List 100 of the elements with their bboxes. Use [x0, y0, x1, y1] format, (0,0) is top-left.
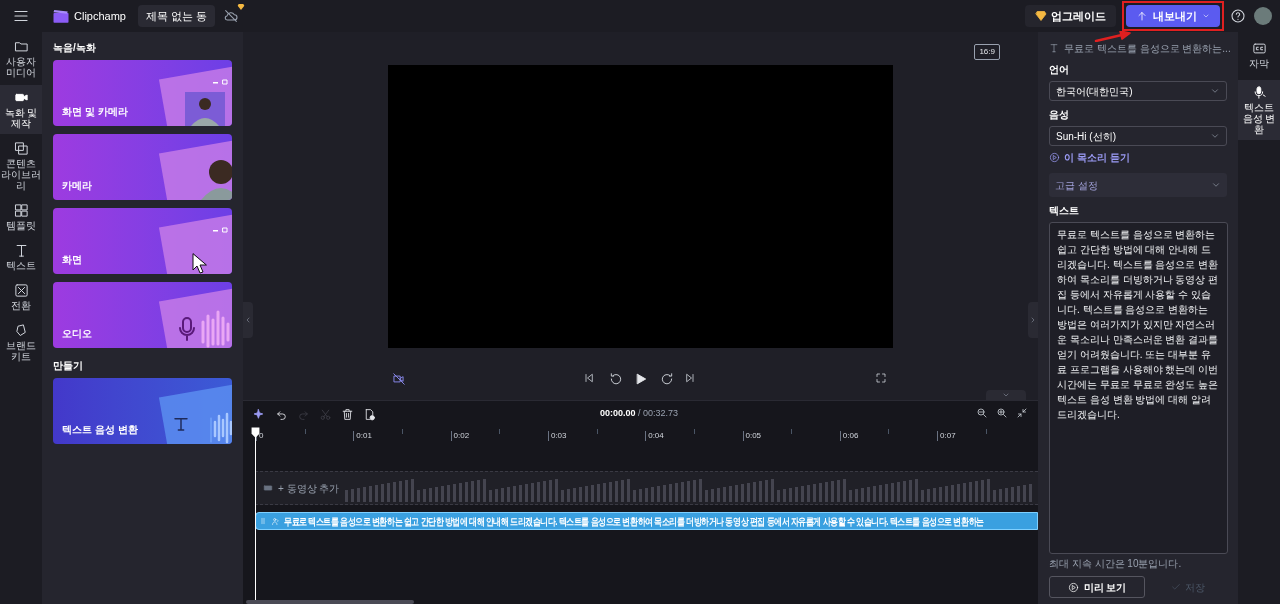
listen-link[interactable]: 이 목소리 듣기	[1049, 150, 1227, 165]
play-button[interactable]	[634, 372, 648, 386]
grid-icon	[13, 203, 29, 218]
rail-tab[interactable]: 녹화 및 제작	[0, 85, 42, 134]
section-heading: 녹음/녹화	[53, 41, 97, 55]
media-icon	[263, 483, 273, 493]
chevron-left-icon	[244, 316, 252, 324]
text-icon	[13, 243, 29, 258]
trash-icon	[341, 407, 354, 421]
upload-icon	[1136, 10, 1148, 22]
forward-button[interactable]	[660, 372, 674, 386]
zoom-out-button[interactable]	[976, 407, 988, 419]
export-button[interactable]: 내보내기	[1126, 5, 1220, 27]
avatar[interactable]	[1254, 7, 1272, 25]
captions-icon	[1251, 41, 1267, 56]
rail-tab[interactable]: 자막	[1238, 36, 1280, 74]
chevron-down-icon	[1211, 180, 1221, 190]
clip-text: 무료로 텍스트를 음성으로 변환하는 쉽고 간단한 방법에 대해 안내해 드리겠습니다. 텍스트를 음성으로 변환하여 목소리를 더빙하거나 동영상 편집 등에서 자유롭게 사용할 수 있습니다. 텍스트를 음성으로 변환하는	[284, 514, 984, 529]
playhead-icon[interactable]	[250, 427, 261, 439]
forward-icon	[660, 372, 674, 386]
aspect-ratio-button[interactable]: 16:9	[974, 44, 1000, 60]
field-label: 언어	[1049, 63, 1070, 77]
add-media-icon	[363, 407, 376, 421]
zoom-out-icon	[976, 407, 988, 419]
upgrade-button[interactable]: 업그레이드	[1025, 5, 1116, 27]
camera-off-icon	[392, 372, 406, 386]
add-video-hint: + 동영상 추가	[278, 481, 340, 496]
advanced-settings[interactable]: 고급 설정	[1049, 173, 1227, 197]
play-circle-icon	[1049, 152, 1060, 163]
chevron-down-icon	[1202, 12, 1210, 20]
project-title-field[interactable]: 제목 없는 동	[137, 5, 216, 27]
drag-handle-icon	[259, 516, 267, 526]
record-option-card[interactable]: 텍스트 음성 변환	[53, 378, 232, 444]
skip-forward-button[interactable]	[684, 372, 696, 384]
rail-tab[interactable]: 전환	[0, 278, 42, 316]
app-name: Clipchamp	[74, 8, 126, 24]
help-icon	[1230, 8, 1246, 24]
record-option-card[interactable]: 화면 및 카메라	[53, 60, 232, 126]
section-heading: 만들기	[53, 359, 84, 373]
help-button[interactable]	[1230, 8, 1246, 24]
video-track[interactable]: + 동영상 추가	[255, 471, 1038, 505]
field-label: 음성	[1049, 108, 1070, 122]
ruler-label: 0:05	[742, 431, 762, 441]
rewind-icon	[609, 372, 623, 386]
scissors-icon	[319, 407, 332, 421]
timeline-tool-button[interactable]	[363, 407, 376, 421]
rewind-button[interactable]	[609, 372, 623, 386]
ruler-label: 0:03	[547, 431, 567, 441]
premium-gem-icon	[237, 3, 246, 11]
sparkle-icon	[253, 407, 266, 421]
record-option-card[interactable]: 카메라	[53, 134, 232, 200]
rail-tab[interactable]: 브랜드 키트	[0, 318, 42, 367]
timeline-toggle[interactable]	[986, 390, 1026, 400]
panel-title: 무료로 텍스트를 음성으로 변환하는...	[1064, 41, 1231, 56]
cloud-off-icon[interactable]	[223, 8, 240, 24]
skip-back-button[interactable]	[583, 372, 595, 384]
folder-icon	[13, 39, 29, 54]
rail-tab[interactable]: 텍스트	[0, 238, 42, 276]
ruler-label: 0:06	[839, 431, 859, 441]
timecode: 00:00.00 / 00:32.73	[600, 407, 679, 420]
chevron-down-icon	[1210, 131, 1220, 141]
library-icon	[13, 141, 29, 156]
dropdown[interactable]: 한국어(대한민국)	[1049, 81, 1227, 101]
ruler-label: 0:02	[450, 431, 470, 441]
limit-note: 최대 지속 시간은 10분입니다.	[1049, 557, 1183, 571]
camera-off-button[interactable]	[392, 372, 406, 386]
ruler-label: 0:07	[937, 431, 956, 441]
fullscreen-icon	[875, 372, 887, 384]
rail-tab[interactable]: 텍스트 음성 변환	[1238, 80, 1280, 140]
record-option-card[interactable]: 오디오	[53, 282, 232, 348]
zoom-in-button[interactable]	[996, 407, 1008, 419]
skip-forward-icon	[684, 372, 696, 384]
dropdown[interactable]: Sun-Hi (선히)	[1049, 126, 1227, 146]
ruler-label: 0:04	[645, 431, 664, 441]
record-option-card[interactable]: 화면	[53, 208, 232, 274]
chevron-down-icon	[1210, 86, 1220, 96]
timeline-tool-button[interactable]	[341, 407, 354, 421]
collapse-handle[interactable]	[1028, 302, 1038, 338]
timeline-tool-button[interactable]	[253, 407, 266, 421]
collapse-handle[interactable]	[243, 302, 253, 338]
chevron-right-icon	[1029, 316, 1037, 324]
diamond-icon	[1035, 10, 1047, 22]
field-label: 텍스트	[1049, 204, 1080, 218]
text-icon	[1049, 43, 1059, 53]
chevron-down-icon	[1002, 391, 1010, 399]
collapse-arrows-icon	[1016, 407, 1028, 419]
fullscreen-button[interactable]	[875, 372, 887, 384]
rail-tab[interactable]: 템플릿	[0, 198, 42, 236]
ruler-label: 0:01	[353, 431, 372, 441]
preview-button[interactable]: 미리 보기	[1049, 576, 1145, 598]
fit-button[interactable]	[1016, 407, 1028, 419]
scrollbar[interactable]	[246, 600, 414, 604]
text-input-field[interactable]: 무료로 텍스트를 음성으로 변환하는 쉽고 간단한 방법에 대해 안내해 드리겠습니다. 텍스트를 음성으로 변환하여 목소리를 더빙하거나 동영상 편집 등에서 자유롭게 사용할 수 있습니다. 텍스트를 음성으로 변환하는 방법은 여러가지가 있지만 자연스러운 목소리나 만족스러운 변환 결과를 얻기 어려웠습니다. 또는 대부분 유료 프로그램을 사용해야 했는데 이번 시간에는 무료로 무료로 완성도 높은 텍스트 음성 변환 방법에 대해 알려드리겠습니다.	[1049, 222, 1228, 554]
zoom-in-icon	[996, 407, 1008, 419]
skip-back-icon	[583, 372, 595, 384]
rail-tab[interactable]: 사용자 미디어	[0, 34, 42, 83]
rail-tab[interactable]: 콘텐츠 라이브러리	[0, 136, 42, 196]
transition-icon	[13, 283, 29, 298]
play-circle-icon	[1067, 581, 1079, 593]
speaker-person-icon	[271, 516, 280, 526]
